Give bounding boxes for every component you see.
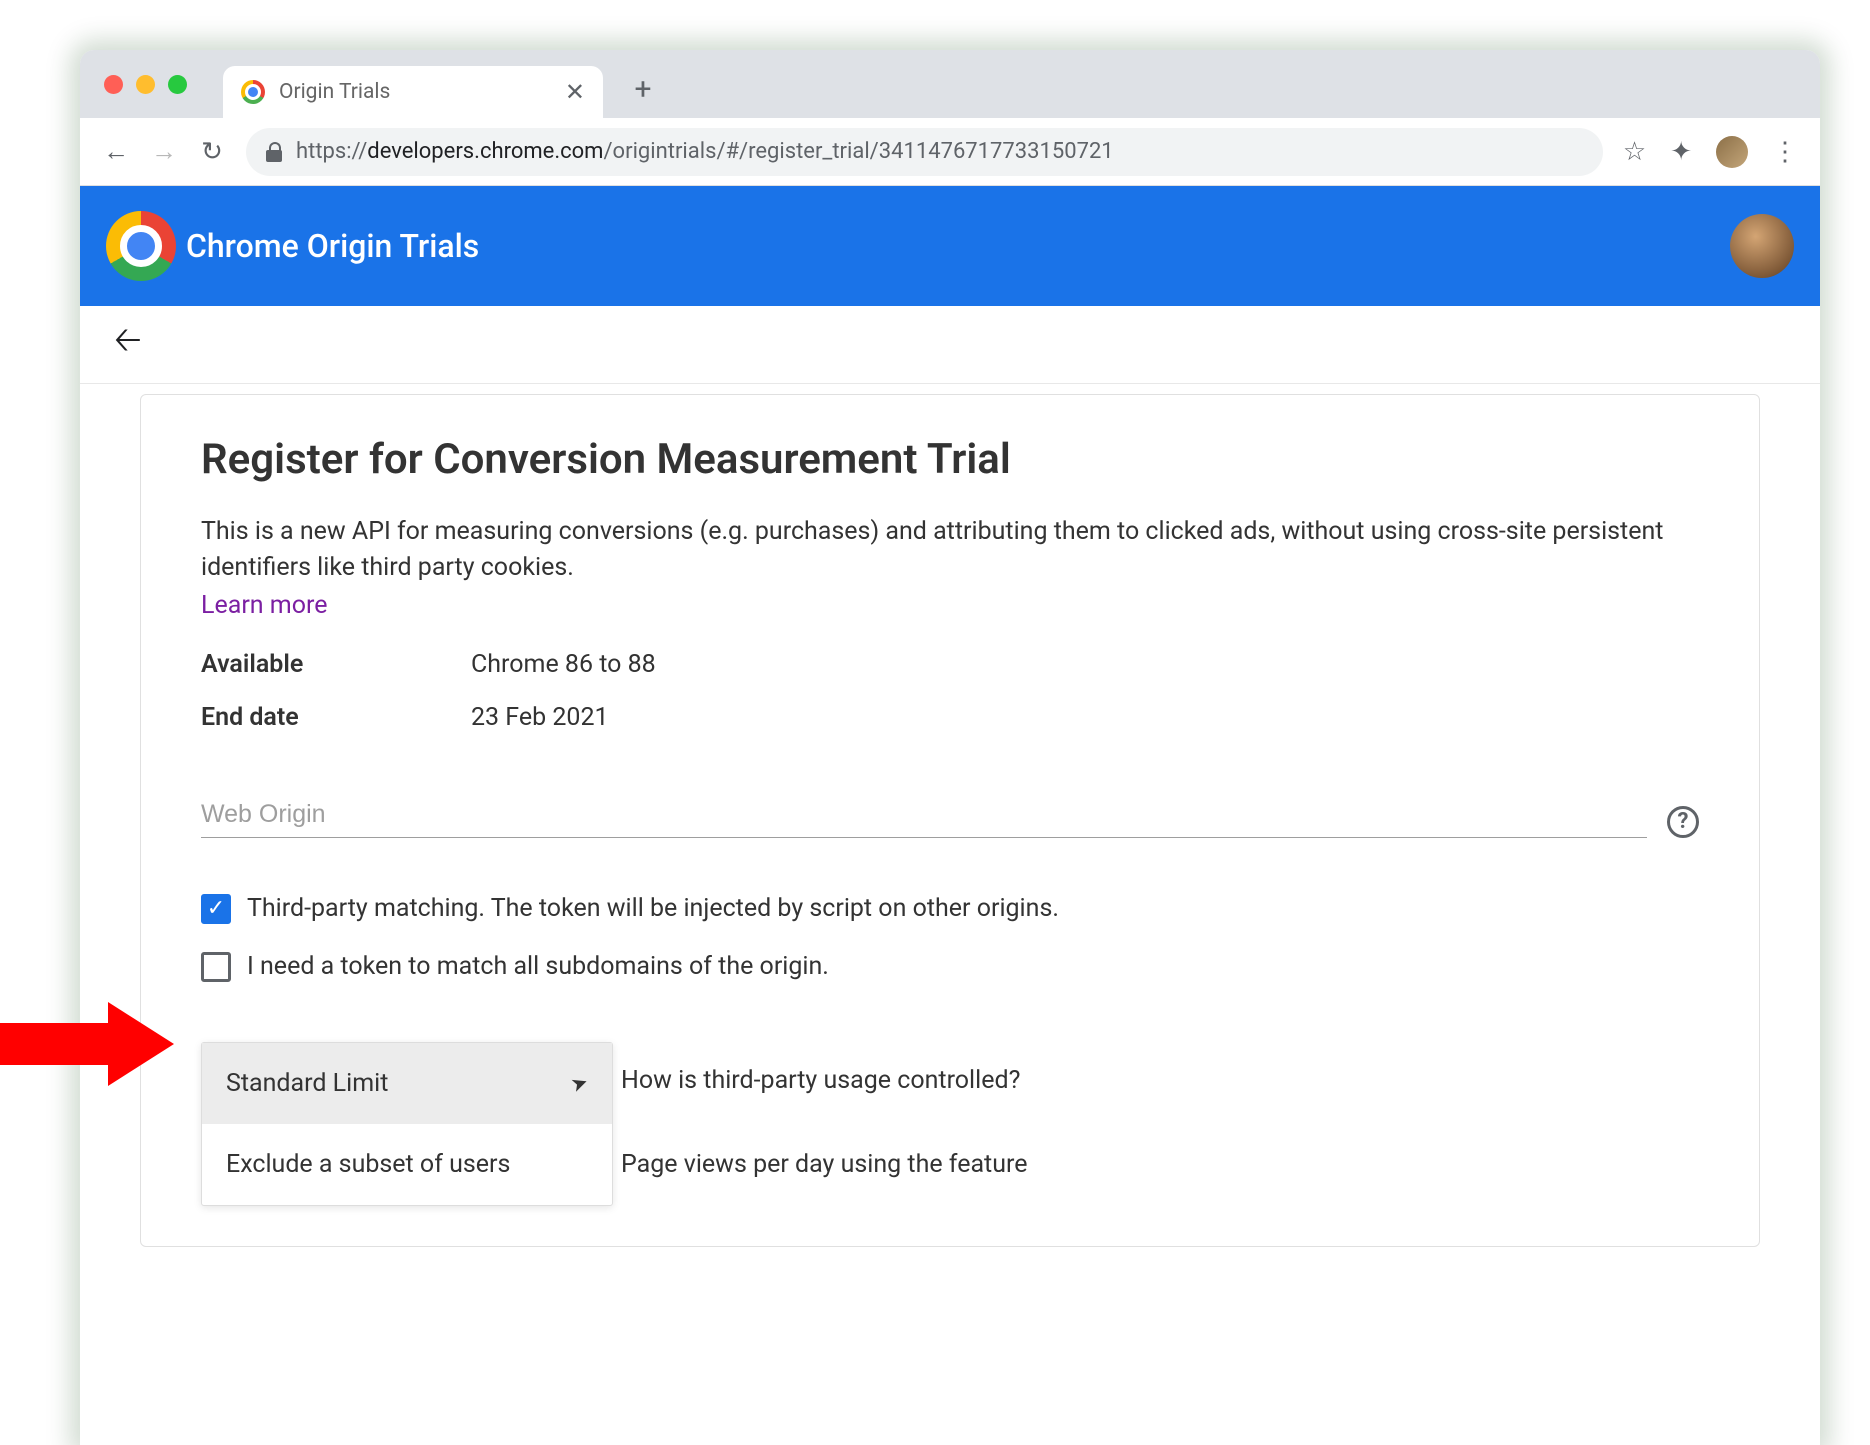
- third-party-checkbox[interactable]: ✓: [201, 894, 231, 924]
- tab-origin-trials[interactable]: Origin Trials ✕: [223, 66, 603, 118]
- lock-icon: [266, 142, 282, 162]
- dropdown-item-exclude-subset[interactable]: Exclude a subset of users: [202, 1124, 612, 1205]
- url-scheme: https://: [296, 139, 367, 164]
- app-banner: Chrome Origin Trials: [80, 186, 1820, 306]
- dropdown-item-label: Standard Limit: [226, 1069, 388, 1098]
- help-icon[interactable]: ?: [1667, 806, 1699, 838]
- browser-toolbar: ← → ↻ https://developers.chrome.com/orig…: [80, 118, 1820, 186]
- reload-button[interactable]: ↻: [198, 137, 226, 167]
- maximize-window-button[interactable]: [168, 75, 187, 94]
- available-label: Available: [201, 650, 471, 679]
- new-tab-button[interactable]: +: [623, 69, 663, 109]
- page-back-button[interactable]: 🡠: [114, 316, 142, 373]
- url-path: /origintrials/#/register_trial/341147671…: [603, 139, 1113, 164]
- dropdown-item-standard-limit[interactable]: Standard Limit ➤: [202, 1043, 612, 1124]
- registration-card: Register for Conversion Measurement Tria…: [140, 394, 1760, 1247]
- learn-more-link[interactable]: Learn more: [201, 591, 327, 620]
- window-controls: [104, 75, 187, 94]
- close-window-button[interactable]: [104, 75, 123, 94]
- third-party-label: Third-party matching. The token will be …: [247, 894, 1059, 923]
- chrome-logo-icon: [106, 211, 176, 281]
- forward-button[interactable]: →: [150, 136, 178, 167]
- bookmark-star-icon[interactable]: ☆: [1623, 137, 1646, 167]
- url-host: developers.chrome.com: [367, 139, 603, 164]
- chrome-favicon-icon: [241, 80, 265, 104]
- profile-avatar-small[interactable]: [1716, 136, 1748, 168]
- close-tab-button[interactable]: ✕: [565, 78, 585, 106]
- subdomains-checkbox[interactable]: [201, 952, 231, 982]
- minimize-window-button[interactable]: [136, 75, 155, 94]
- end-date-label: End date: [201, 703, 471, 732]
- limit-dropdown[interactable]: Standard Limit ➤ Exclude a subset of use…: [201, 1042, 613, 1206]
- page-description: This is a new API for measuring conversi…: [201, 514, 1699, 587]
- menu-kebab-icon[interactable]: ⋮: [1772, 137, 1798, 167]
- cursor-icon: ➤: [568, 1069, 592, 1097]
- profile-avatar-large[interactable]: [1730, 214, 1794, 278]
- web-origin-input[interactable]: [201, 792, 1647, 838]
- dropdown-item-label: Exclude a subset of users: [226, 1150, 510, 1179]
- back-button[interactable]: ←: [102, 136, 130, 167]
- subheader: 🡠: [80, 306, 1820, 384]
- end-date-value: 23 Feb 2021: [471, 703, 609, 732]
- url-text: https://developers.chrome.com/origintria…: [296, 139, 1114, 164]
- annotation-arrow: [0, 1002, 180, 1086]
- app-title: Chrome Origin Trials: [186, 227, 479, 265]
- question-third-party-usage: How is third-party usage controlled?: [621, 1066, 1020, 1095]
- question-page-views: Page views per day using the feature: [621, 1150, 1028, 1179]
- extensions-puzzle-icon[interactable]: ✦: [1670, 137, 1692, 167]
- tab-strip: Origin Trials ✕ +: [80, 50, 1820, 118]
- available-value: Chrome 86 to 88: [471, 650, 656, 679]
- address-bar[interactable]: https://developers.chrome.com/origintria…: [246, 128, 1603, 176]
- tab-title: Origin Trials: [279, 80, 551, 104]
- checkmark-icon: ✓: [207, 898, 225, 920]
- page-title: Register for Conversion Measurement Tria…: [201, 435, 1699, 484]
- subdomains-label: I need a token to match all subdomains o…: [247, 952, 829, 981]
- browser-window: Origin Trials ✕ + ← → ↻ https://develope…: [80, 50, 1820, 1445]
